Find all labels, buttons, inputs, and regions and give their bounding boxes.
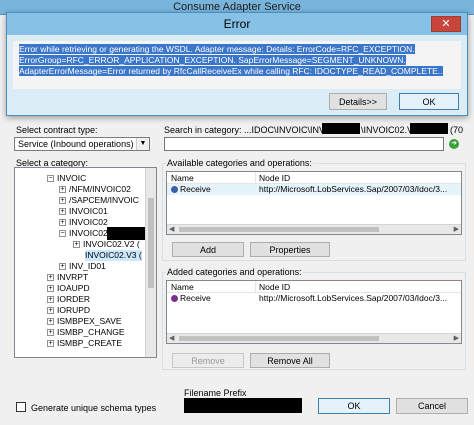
collapse-icon[interactable]: − xyxy=(59,230,66,238)
tree-item[interactable]: + INVRPT xyxy=(47,272,88,283)
expand-icon[interactable]: + xyxy=(47,329,54,337)
remove-button[interactable]: Remove xyxy=(172,353,244,368)
row-node-id: http://Microsoft.LobServices.Sap/2007/03… xyxy=(259,293,448,303)
tree-item[interactable]: + INVOIC02 xyxy=(59,217,108,228)
tree-item[interactable]: + INVOIC01 xyxy=(59,206,108,217)
list-header: Name Node ID xyxy=(167,281,461,293)
tree-scrollbar[interactable] xyxy=(145,168,156,357)
tree-item[interactable]: + IORDER xyxy=(47,294,90,305)
col-name-header[interactable]: Name xyxy=(171,173,194,183)
list-item[interactable]: Receive http://Microsoft.LobServices.Sap… xyxy=(167,184,461,195)
added-label: Added categories and operations: xyxy=(166,267,303,277)
scrollbar-thumb[interactable] xyxy=(148,198,154,288)
scrollbar-thumb[interactable] xyxy=(179,336,379,341)
tree-item[interactable]: + ISMBP_CREATE xyxy=(47,338,122,349)
contract-type-value: Service (Inbound operations) xyxy=(18,139,134,149)
row-name: Receive xyxy=(171,184,211,195)
error-message-box: Error while retrieving or generating the… xyxy=(13,41,461,89)
expand-icon[interactable]: + xyxy=(47,307,54,315)
error-message[interactable]: Error while retrieving or generating the… xyxy=(19,44,457,77)
expand-icon[interactable]: + xyxy=(47,274,54,282)
expand-icon[interactable]: + xyxy=(59,186,66,194)
added-list[interactable]: Name Node ID Receive http://Microsoft.Lo… xyxy=(166,280,462,344)
search-category-count: (70 xyxy=(450,125,464,135)
horizontal-scrollbar[interactable]: ◀ ▶ xyxy=(167,333,461,343)
unique-schema-label: Generate unique schema types xyxy=(31,403,157,413)
col-name-header[interactable]: Name xyxy=(171,282,194,292)
horizontal-scrollbar[interactable]: ◀ ▶ xyxy=(167,224,461,234)
expand-icon[interactable]: + xyxy=(59,219,66,227)
available-list[interactable]: Name Node ID Receive http://Microsoft.Lo… xyxy=(166,171,462,235)
ok-button[interactable]: OK xyxy=(318,398,390,414)
add-button[interactable]: Add xyxy=(172,242,244,257)
error-message-text: Error while retrieving or generating the… xyxy=(19,44,443,76)
col-node-header[interactable]: Node ID xyxy=(259,173,290,183)
contract-type-label: Select contract type: xyxy=(16,125,98,135)
search-input[interactable] xyxy=(164,137,444,151)
row-node-id: http://Microsoft.LobServices.Sap/2007/03… xyxy=(259,184,448,194)
redacted-block xyxy=(410,123,448,134)
close-icon[interactable]: ✕ xyxy=(431,16,461,32)
search-go-icon[interactable]: ➜ xyxy=(449,139,459,149)
tree-item[interactable]: + IOAUPD xyxy=(47,283,90,294)
scroll-left-icon[interactable]: ◀ xyxy=(169,225,174,234)
row-name: Receive xyxy=(171,293,211,304)
collapse-icon[interactable]: − xyxy=(47,175,54,183)
expand-icon[interactable]: + xyxy=(59,197,66,205)
filename-prefix-label: Filename Prefix xyxy=(184,388,247,398)
expand-icon[interactable]: + xyxy=(47,285,54,293)
tree-item[interactable]: +/SAPCEM/INVOIC xyxy=(59,195,139,206)
tree-item-selected[interactable]: INVOIC02.V3 ( xyxy=(85,250,142,261)
scroll-right-icon[interactable]: ▶ xyxy=(454,334,459,343)
chevron-down-icon[interactable]: ▼ xyxy=(136,138,149,150)
unique-schema-checkbox[interactable] xyxy=(16,402,26,412)
tree-item[interactable]: + ISMBPEX_SAVE xyxy=(47,316,122,327)
expand-icon[interactable]: + xyxy=(59,208,66,216)
tree-item[interactable]: +/NFM/INVOIC02 xyxy=(59,184,131,195)
error-dialog: Error ✕ Error while retrieving or genera… xyxy=(6,12,468,116)
expand-icon[interactable]: + xyxy=(47,340,54,348)
category-tree[interactable]: − INVOIC +/NFM/INVOIC02 +/SAPCEM/INVOIC +… xyxy=(14,167,157,358)
tree-item[interactable]: + ISMBP_CHANGE xyxy=(47,327,125,338)
operation-icon xyxy=(171,186,178,194)
details-button[interactable]: Details>> xyxy=(329,93,387,110)
cancel-button[interactable]: Cancel xyxy=(396,398,468,414)
column-divider xyxy=(255,172,256,184)
scroll-right-icon[interactable]: ▶ xyxy=(454,225,459,234)
column-divider xyxy=(255,281,256,293)
tree-item[interactable]: + INV_ID01 xyxy=(59,261,106,272)
tree-item[interactable]: + IORUPD xyxy=(47,305,90,316)
tree-item[interactable]: − INVOIC02 xyxy=(59,228,108,239)
error-dialog-title: Error xyxy=(7,13,467,35)
tree-item[interactable]: + INVOIC02.V2 ( xyxy=(73,239,140,250)
contract-type-select[interactable]: Service (Inbound operations) ▼ xyxy=(14,137,150,151)
redacted-block xyxy=(322,123,360,134)
expand-icon[interactable]: + xyxy=(73,241,80,249)
list-header: Name Node ID xyxy=(167,172,461,184)
tree-item[interactable]: − INVOIC xyxy=(47,173,86,184)
remove-all-button[interactable]: Remove All xyxy=(250,353,330,368)
expand-icon[interactable]: + xyxy=(59,263,66,271)
expand-icon[interactable]: + xyxy=(47,296,54,304)
available-label: Available categories and operations: xyxy=(166,158,313,168)
scroll-left-icon[interactable]: ◀ xyxy=(169,334,174,343)
scrollbar-thumb[interactable] xyxy=(179,227,379,232)
properties-button[interactable]: Properties xyxy=(250,242,330,257)
expand-icon[interactable]: + xyxy=(47,318,54,326)
operation-icon xyxy=(171,295,178,303)
col-node-header[interactable]: Node ID xyxy=(259,282,290,292)
error-ok-button[interactable]: OK xyxy=(399,93,459,110)
filename-prefix-input[interactable] xyxy=(184,398,302,413)
list-item[interactable]: Receive http://Microsoft.LobServices.Sap… xyxy=(167,293,461,304)
